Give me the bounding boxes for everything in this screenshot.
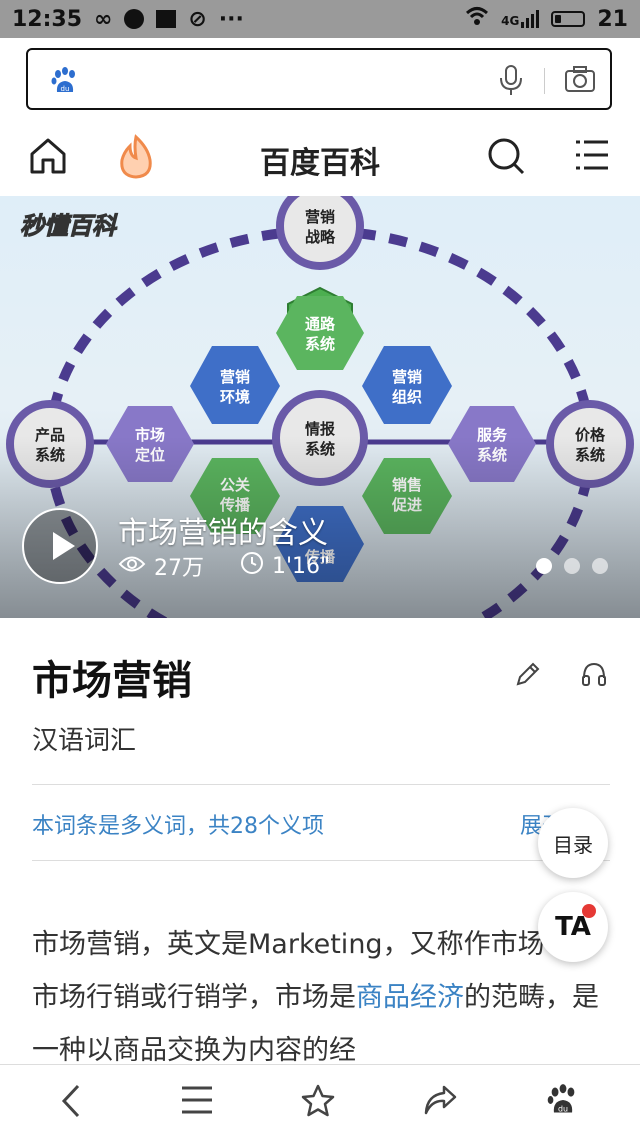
svg-text:du: du — [558, 1104, 568, 1113]
search-input[interactable] — [98, 58, 482, 102]
play-button[interactable] — [22, 508, 98, 584]
divider — [32, 784, 610, 785]
network-type-label: 4G — [501, 14, 520, 28]
camera-icon[interactable] — [564, 64, 596, 98]
share-icon[interactable] — [422, 1083, 458, 1121]
carousel-indicator[interactable] — [536, 558, 608, 574]
headphones-icon[interactable] — [580, 660, 608, 692]
label-env-1: 营销 — [220, 368, 250, 386]
label-channel-1: 通路 — [305, 315, 336, 333]
page-title: 百度百科 — [260, 146, 380, 181]
label-strategy-1: 营销 — [305, 208, 335, 226]
block-icon: ⊘ — [188, 6, 207, 32]
article-title: 市场营销 — [32, 658, 192, 704]
watermark-logo: 秒懂百科 — [20, 212, 118, 240]
carousel-dot[interactable] — [564, 558, 580, 574]
chat-bubble-icon — [124, 9, 145, 29]
baidu-paw-icon: du — [50, 66, 80, 100]
battery-level: 21 — [597, 6, 628, 32]
toc-button[interactable]: 目录 — [538, 808, 608, 878]
label-org-2: 组织 — [392, 388, 422, 406]
star-icon[interactable] — [300, 1083, 336, 1123]
search-bar[interactable]: du — [26, 48, 612, 110]
label-org-1: 营销 — [392, 368, 422, 386]
ta-button[interactable]: TA — [538, 892, 608, 962]
video-title[interactable]: 市场营销的含义 — [118, 508, 328, 552]
carousel-dot[interactable] — [536, 558, 552, 574]
svg-text:du: du — [61, 85, 70, 93]
article-body: 市场营销，英文是Marketing，又称作市场学、市场行销或行销学，市场是商品经… — [32, 918, 612, 1077]
label-strategy-2: 战略 — [305, 228, 336, 246]
wifi-icon — [465, 6, 489, 32]
label-env-2: 环境 — [220, 388, 250, 406]
news-icon — [156, 10, 177, 28]
body-link[interactable]: 商品经济 — [356, 982, 464, 1013]
menu-icon[interactable] — [574, 138, 610, 176]
baidu-paw-icon[interactable]: du — [546, 1083, 580, 1121]
article-subtitle: 汉语词汇 — [32, 726, 137, 756]
cellular-signal-icon: 4G — [501, 10, 540, 28]
polysemy-notice[interactable]: 本词条是多义词，共28个义项 — [32, 808, 324, 840]
infinity-icon: ∞ — [94, 6, 113, 32]
eye-icon — [118, 554, 146, 579]
more-notifications-icon: ··· — [218, 6, 244, 32]
top-nav: 百度百科 — [0, 120, 640, 196]
search-divider — [544, 68, 545, 94]
flame-icon[interactable] — [114, 134, 158, 184]
search-icon[interactable] — [486, 136, 526, 180]
bottom-toolbar: du — [0, 1064, 640, 1139]
back-icon[interactable] — [58, 1083, 84, 1123]
divider — [32, 860, 610, 861]
clock: 12:35 — [12, 6, 83, 32]
clock-icon — [240, 551, 264, 581]
notification-dot — [582, 904, 596, 918]
microphone-icon[interactable] — [498, 64, 524, 100]
video-meta: 27万 1'16" — [118, 550, 330, 582]
video-duration: 1'16" — [272, 553, 331, 579]
status-bar: 12:35 ∞ ⊘ ··· 4G 21 — [0, 0, 640, 38]
carousel-dot[interactable] — [592, 558, 608, 574]
edit-pencil-icon[interactable] — [514, 660, 542, 692]
label-channel-2: 系统 — [305, 335, 335, 353]
home-icon[interactable] — [28, 136, 68, 180]
menu-lines-icon[interactable] — [180, 1083, 214, 1121]
view-count: 27万 — [154, 556, 204, 581]
battery-icon — [551, 11, 586, 27]
